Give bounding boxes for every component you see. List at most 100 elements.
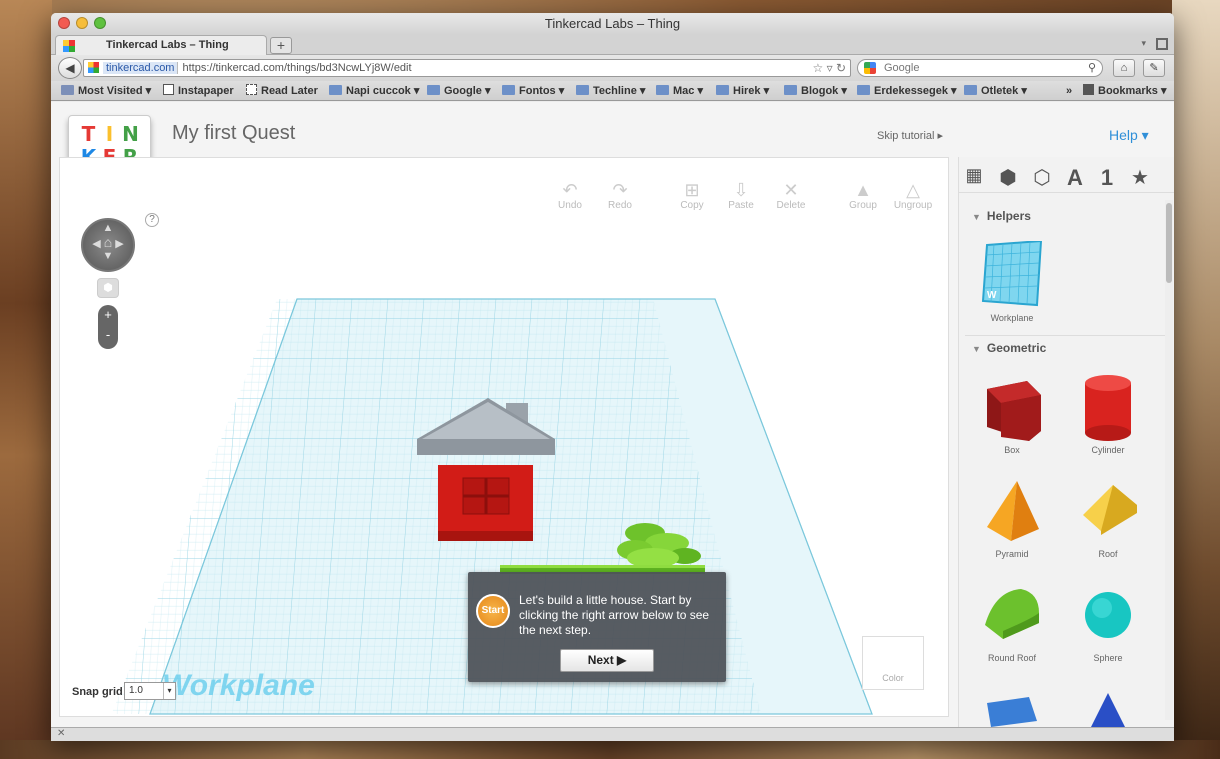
help-menu[interactable]: Help ▾	[1109, 127, 1149, 144]
shape-label: Roof	[1098, 549, 1118, 559]
close-window-button[interactable]	[58, 17, 70, 29]
logo-letter: N	[122, 122, 139, 146]
site-favicon-icon	[88, 62, 99, 73]
zoom-out-button[interactable]: -	[98, 325, 118, 345]
bookmark-google[interactable]: Google ▾	[427, 84, 490, 98]
url-bar[interactable]: tinkercad.com https://tinkercad.com/thing…	[83, 59, 851, 77]
shapes-panel: ▦ ⬢ ⬡ A 1 ★ ▼ Helpers W Workplane ▼ Geomet…	[958, 157, 1174, 727]
bookmarks-overflow-button[interactable]: »	[1066, 84, 1072, 98]
bookmark-blogok[interactable]: Blogok ▾	[784, 84, 847, 98]
extension-button[interactable]: ✎	[1143, 59, 1165, 77]
bookmark-napi-cuccok[interactable]: Napi cuccok ▾	[329, 84, 419, 98]
bookmark-mac[interactable]: Mac ▾	[656, 84, 703, 98]
tab-list-chevron-icon[interactable]: ▾	[1141, 38, 1146, 49]
folder-icon	[502, 85, 515, 95]
pan-right-icon[interactable]: ▶	[115, 238, 123, 250]
zoom-in-button[interactable]: +	[98, 305, 118, 325]
folder-icon	[61, 85, 74, 95]
geometric-section-header[interactable]: ▼ Geometric	[972, 341, 1046, 355]
workplane-icon: W	[981, 239, 1043, 307]
status-bar: ✕	[51, 727, 1174, 741]
pan-up-icon[interactable]: ▲	[83, 222, 133, 234]
bookmarks-toolbar: Most Visited ▾ Instapaper Read Later Nap…	[51, 81, 1174, 101]
chevron-down-icon: ▾	[163, 683, 175, 699]
delete-icon: ✕	[783, 180, 799, 200]
search-icon[interactable]: ⚲	[1088, 60, 1096, 76]
color-picker[interactable]: Color	[862, 636, 924, 690]
tinkercad-app: T I N K E R C A D My first Quest Skip tu…	[51, 102, 1174, 727]
delete-button[interactable]: ✕ Delete	[766, 180, 816, 211]
copy-button[interactable]: ⊞ Copy	[667, 180, 717, 211]
shape-cylinder[interactable]: Cylinder	[1069, 371, 1147, 455]
redo-button[interactable]: ↷ Redo	[595, 180, 645, 211]
ungroup-button[interactable]: △ Ungroup	[888, 180, 938, 211]
skip-tutorial-link[interactable]: Skip tutorial ▸	[877, 129, 943, 142]
folder-icon	[656, 85, 669, 95]
house-body-shape	[438, 465, 533, 541]
back-button[interactable]: ◀	[58, 57, 82, 79]
minimize-window-button[interactable]	[76, 17, 88, 29]
project-title[interactable]: My first Quest	[172, 122, 295, 145]
pan-left-right-home: ◀ ⌂ ▶	[83, 234, 133, 250]
url-dropdown-icon[interactable]: ▿	[827, 61, 833, 75]
pan-left-icon[interactable]: ◀	[92, 238, 100, 250]
window-controls	[58, 17, 106, 29]
folder-icon	[329, 85, 342, 95]
undo-button[interactable]: ↶ Undo	[545, 180, 595, 211]
bookmark-most-visited[interactable]: Most Visited ▾	[61, 84, 151, 98]
close-addon-bar-icon[interactable]: ✕	[57, 728, 65, 739]
wireframe-cube-icon[interactable]: ⬡	[1027, 165, 1057, 190]
pan-down-icon[interactable]: ▼	[83, 250, 133, 262]
google-logo-icon[interactable]	[864, 62, 876, 74]
home-view-icon[interactable]: ⌂	[104, 234, 112, 250]
paste-icon: ⇩	[733, 180, 749, 200]
fit-view-button[interactable]: ⬢	[97, 278, 119, 298]
group-button[interactable]: ▲ Group	[838, 180, 888, 211]
helper-workplane[interactable]: W Workplane	[973, 239, 1051, 323]
bookmark-instapaper[interactable]: Instapaper	[163, 84, 234, 98]
search-field[interactable]: Google ⚲	[857, 59, 1103, 77]
bookmark-fontos[interactable]: Fontos ▾	[502, 84, 564, 98]
tab-tinkercad[interactable]: Tinkercad Labs – Thing	[55, 35, 267, 55]
page-icon	[163, 84, 174, 95]
shape-sphere[interactable]: Sphere	[1069, 579, 1147, 663]
text-shapes-tab[interactable]: A	[1060, 165, 1090, 191]
bookmark-erdekessegek[interactable]: Erdekessegek ▾	[857, 84, 957, 98]
reload-icon[interactable]: ↻	[836, 61, 846, 75]
snap-grid-select[interactable]: 1.0 ▾	[124, 682, 176, 700]
tutorial-popup: Start Let's build a little house. Start …	[468, 572, 726, 682]
shape-cone-partial[interactable]	[1069, 687, 1147, 727]
design-canvas[interactable]: Workplane ↶ Undo ↷ Redo ⊞ Copy ⇩ Paste ✕ Dele…	[59, 157, 949, 717]
bookmark-otletek[interactable]: Otletek ▾	[964, 84, 1027, 98]
workplane-grid-icon[interactable]: ▦	[959, 165, 989, 186]
help-question-button[interactable]: ?	[145, 213, 159, 227]
bookmark-star-icon[interactable]: ☆	[812, 61, 823, 75]
next-button[interactable]: Next ▶	[560, 649, 654, 672]
shape-roof[interactable]: Roof	[1069, 475, 1147, 559]
shape-wedge-partial[interactable]	[973, 687, 1051, 727]
shape-label: Cylinder	[1091, 445, 1125, 455]
cube-icon[interactable]: ⬢	[993, 165, 1023, 190]
home-button[interactable]: ⌂	[1113, 59, 1135, 77]
tab-groups-icon[interactable]	[1156, 38, 1168, 50]
bookmarks-menu[interactable]: Bookmarks ▾	[1083, 84, 1167, 98]
shape-box[interactable]: Box	[973, 371, 1051, 455]
zoom-window-button[interactable]	[94, 17, 106, 29]
star-icon[interactable]: ★	[1125, 165, 1155, 190]
view-navigation-control[interactable]: ▲ ◀ ⌂ ▶ ▼	[81, 218, 135, 272]
bookmark-read-later[interactable]: Read Later	[246, 84, 318, 98]
shape-round-roof[interactable]: Round Roof	[973, 579, 1051, 663]
number-shapes-tab[interactable]: 1	[1092, 165, 1122, 191]
bookmark-hirek[interactable]: Hirek ▾	[716, 84, 769, 98]
sphere-icon	[1085, 592, 1131, 638]
new-tab-button[interactable]: +	[270, 37, 292, 54]
shape-pyramid[interactable]: Pyramid	[973, 475, 1051, 559]
helpers-section-header[interactable]: ▼ Helpers	[972, 209, 1031, 223]
logo-letter: T	[81, 122, 96, 146]
paste-button[interactable]: ⇩ Paste	[716, 180, 766, 211]
bookmark-techline[interactable]: Techline ▾	[576, 84, 645, 98]
panel-scrollbar-thumb[interactable]	[1166, 203, 1172, 283]
folder-icon	[427, 85, 440, 95]
shape-label: Round Roof	[987, 653, 1037, 663]
url-path: https://tinkercad.com/things/bd3NcwLYj8W…	[182, 62, 412, 74]
